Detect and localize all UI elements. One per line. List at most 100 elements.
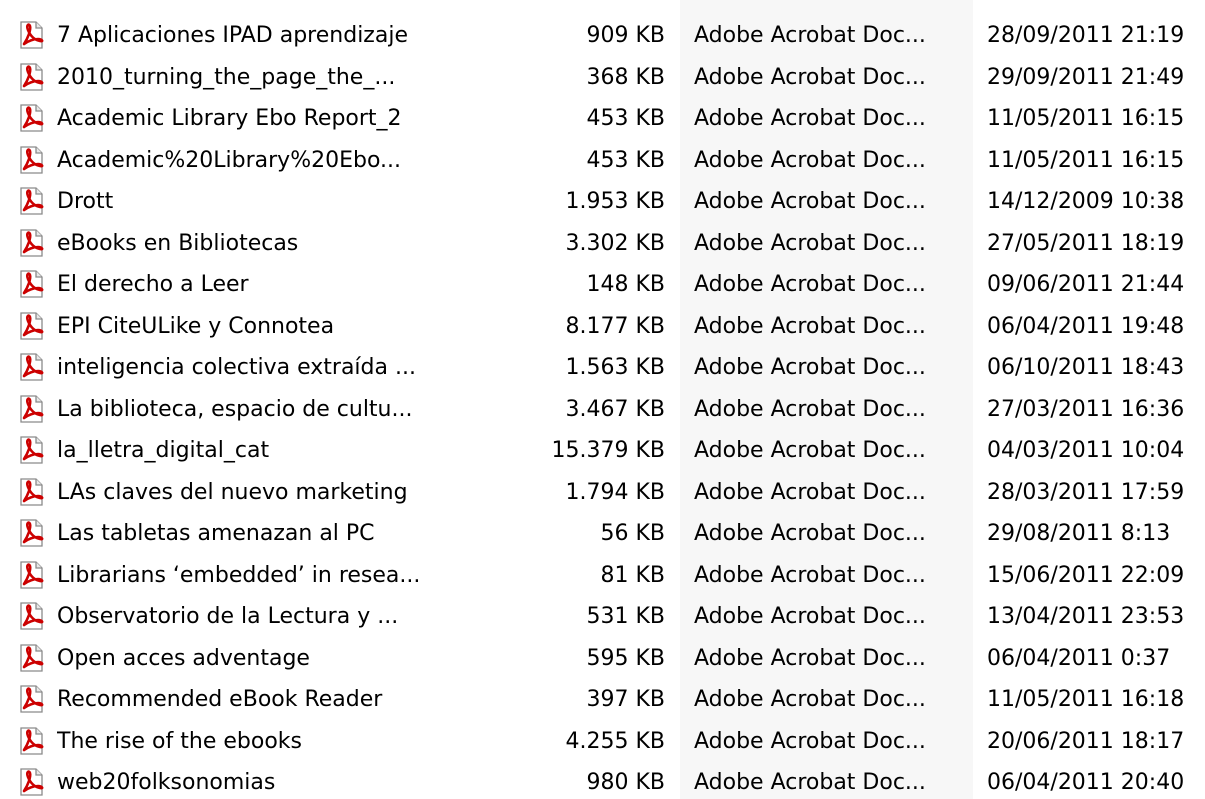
file-type: Adobe Acrobat Doc... bbox=[694, 355, 926, 380]
pdf-file-icon bbox=[16, 643, 46, 673]
file-type: Adobe Acrobat Doc... bbox=[694, 106, 926, 131]
file-name: la_lletra_digital_cat bbox=[57, 438, 270, 463]
file-name: 7 Aplicaciones IPAD aprendizaje bbox=[57, 23, 408, 48]
file-date-modified: 27/05/2011 18:19 bbox=[987, 230, 1185, 256]
pdf-file-icon bbox=[16, 767, 46, 797]
file-row[interactable]: La biblioteca, espacio de cultu... 3.467 … bbox=[0, 389, 1205, 430]
file-type: Adobe Acrobat Doc... bbox=[694, 64, 926, 90]
pdf-file-icon bbox=[16, 477, 46, 507]
file-name: Observatorio de la Lectura y ... bbox=[57, 604, 399, 629]
file-row[interactable]: The rise of the ebooks 4.255 KB Adobe Acro… bbox=[0, 721, 1205, 762]
file-row[interactable]: Academic Library Ebo Report_2 453 KB Adobe… bbox=[0, 98, 1205, 139]
file-type: Adobe Acrobat Doc... bbox=[694, 687, 926, 712]
file-date-modified: 14/12/2009 10:38 bbox=[987, 189, 1185, 214]
file-type: Adobe Acrobat Doc... bbox=[694, 521, 926, 546]
file-date-modified: 11/05/2011 16:15 bbox=[987, 147, 1185, 173]
file-name: Las tabletas amenazan al PC bbox=[57, 521, 375, 546]
file-size: 980 KB bbox=[586, 770, 665, 795]
file-name: web20folksonomias bbox=[57, 770, 276, 795]
file-type: Adobe Acrobat Doc... bbox=[694, 147, 926, 173]
file-row[interactable]: El derecho a Leer 148 KB Adobe Acrobat Doc… bbox=[0, 264, 1205, 305]
file-row[interactable]: la_lletra_digital_cat 15.379 KB Adobe Acro… bbox=[0, 430, 1205, 471]
file-size: 453 KB bbox=[586, 106, 665, 131]
file-type: Adobe Acrobat Doc... bbox=[694, 479, 926, 505]
file-date-modified: 28/09/2011 21:19 bbox=[987, 23, 1185, 48]
file-date-modified: 11/05/2011 16:18 bbox=[987, 687, 1185, 712]
file-list[interactable]: 7 Aplicaciones IPAD aprendizaje 909 KB Ado… bbox=[0, 0, 1205, 799]
file-name: eBooks en Bibliotecas bbox=[57, 230, 299, 256]
pdf-file-icon bbox=[16, 684, 46, 714]
file-name: LAs claves del nuevo marketing bbox=[57, 479, 408, 505]
file-size: 8.177 KB bbox=[565, 313, 666, 339]
pdf-file-icon bbox=[16, 435, 46, 465]
file-row[interactable]: Observatorio de la Lectura y ... 531 KB Ad… bbox=[0, 596, 1205, 637]
file-date-modified: 06/04/2011 19:48 bbox=[987, 313, 1185, 339]
file-size: 1.794 KB bbox=[565, 479, 666, 505]
file-date-modified: 27/03/2011 16:36 bbox=[987, 396, 1185, 422]
file-row[interactable]: eBooks en Bibliotecas 3.302 KB Adobe Acrob… bbox=[0, 223, 1205, 264]
file-size: 3.302 KB bbox=[565, 230, 666, 256]
file-size: 397 KB bbox=[586, 687, 665, 712]
file-size: 453 KB bbox=[586, 147, 665, 173]
file-size: 368 KB bbox=[586, 64, 665, 90]
file-date-modified: 13/04/2011 23:53 bbox=[987, 604, 1185, 629]
pdf-file-icon bbox=[16, 560, 46, 590]
pdf-file-icon bbox=[16, 186, 46, 216]
pdf-file-icon bbox=[16, 62, 46, 92]
file-name: EPI CiteULike y Connotea bbox=[57, 313, 335, 339]
file-size: 3.467 KB bbox=[565, 396, 666, 422]
pdf-file-icon bbox=[16, 228, 46, 258]
file-size: 909 KB bbox=[586, 23, 665, 48]
pdf-file-icon bbox=[16, 103, 46, 133]
file-name: The rise of the ebooks bbox=[57, 728, 302, 754]
file-row[interactable]: Open acces adventage 595 KB Adobe Acrobat … bbox=[0, 638, 1205, 679]
file-type: Adobe Acrobat Doc... bbox=[694, 272, 926, 297]
file-row[interactable]: Academic%20Library%20Ebo... 453 KB Adobe A… bbox=[0, 140, 1205, 181]
file-date-modified: 29/09/2011 21:49 bbox=[987, 64, 1185, 90]
file-date-modified: 28/03/2011 17:59 bbox=[987, 479, 1185, 505]
file-size: 15.379 KB bbox=[551, 438, 666, 463]
file-row[interactable]: 7 Aplicaciones IPAD aprendizaje 909 KB Ado… bbox=[0, 15, 1205, 56]
file-type: Adobe Acrobat Doc... bbox=[694, 189, 926, 214]
file-size: 4.255 KB bbox=[565, 728, 666, 754]
file-date-modified: 11/05/2011 16:15 bbox=[987, 106, 1185, 131]
file-name: Open acces adventage bbox=[57, 645, 310, 671]
file-row[interactable]: 2010_turning_the_page_the_... 368 KB Adobe… bbox=[0, 57, 1205, 98]
file-row[interactable]: EPI CiteULike y Connotea 8.177 KB Adobe Ac… bbox=[0, 306, 1205, 347]
pdf-file-icon bbox=[16, 20, 46, 50]
file-row[interactable]: LAs claves del nuevo marketing 1.794 KB Ad… bbox=[0, 472, 1205, 513]
file-type: Adobe Acrobat Doc... bbox=[694, 396, 926, 422]
file-name: La biblioteca, espacio de cultu... bbox=[57, 396, 413, 422]
file-row[interactable]: Recommended eBook Reader 397 KB Adobe Acro… bbox=[0, 679, 1205, 720]
file-row[interactable]: Librarians ‘embedded’ in resea... 81 KB Ad… bbox=[0, 555, 1205, 596]
file-name: Academic Library Ebo Report_2 bbox=[57, 106, 402, 131]
file-date-modified: 06/04/2011 20:40 bbox=[987, 770, 1185, 795]
pdf-file-icon bbox=[16, 601, 46, 631]
pdf-file-icon bbox=[16, 269, 46, 299]
file-date-modified: 04/03/2011 10:04 bbox=[987, 438, 1185, 463]
file-name: El derecho a Leer bbox=[57, 272, 249, 297]
pdf-file-icon bbox=[16, 311, 46, 341]
file-size: 531 KB bbox=[586, 604, 665, 629]
file-row[interactable]: Drott 1.953 KB Adobe Acrobat Doc... 14/12/2… bbox=[0, 181, 1205, 222]
file-row[interactable]: Las tabletas amenazan al PC 56 KB Adobe Ac… bbox=[0, 513, 1205, 554]
file-type: Adobe Acrobat Doc... bbox=[694, 770, 926, 795]
file-date-modified: 06/10/2011 18:43 bbox=[987, 355, 1185, 380]
file-type: Adobe Acrobat Doc... bbox=[694, 230, 926, 256]
file-name: 2010_turning_the_page_the_... bbox=[57, 64, 396, 90]
pdf-file-icon bbox=[16, 726, 46, 756]
file-type: Adobe Acrobat Doc... bbox=[694, 728, 926, 754]
file-name: Librarians ‘embedded’ in resea... bbox=[57, 562, 421, 588]
file-name: Drott bbox=[57, 189, 114, 214]
file-date-modified: 15/06/2011 22:09 bbox=[987, 562, 1185, 588]
file-size: 1.563 KB bbox=[565, 355, 666, 380]
file-type: Adobe Acrobat Doc... bbox=[694, 23, 926, 48]
file-size: 148 KB bbox=[586, 272, 665, 297]
file-row[interactable]: inteligencia colectiva extraída ... 1.563… bbox=[0, 347, 1205, 388]
file-type: Adobe Acrobat Doc... bbox=[694, 645, 926, 671]
file-row[interactable]: web20folksonomias 980 KB Adobe Acrobat Doc… bbox=[0, 762, 1205, 799]
file-date-modified: 20/06/2011 18:17 bbox=[987, 728, 1185, 754]
pdf-file-icon bbox=[16, 518, 46, 548]
pdf-file-icon bbox=[16, 352, 46, 382]
file-name: Academic%20Library%20Ebo... bbox=[57, 147, 402, 173]
